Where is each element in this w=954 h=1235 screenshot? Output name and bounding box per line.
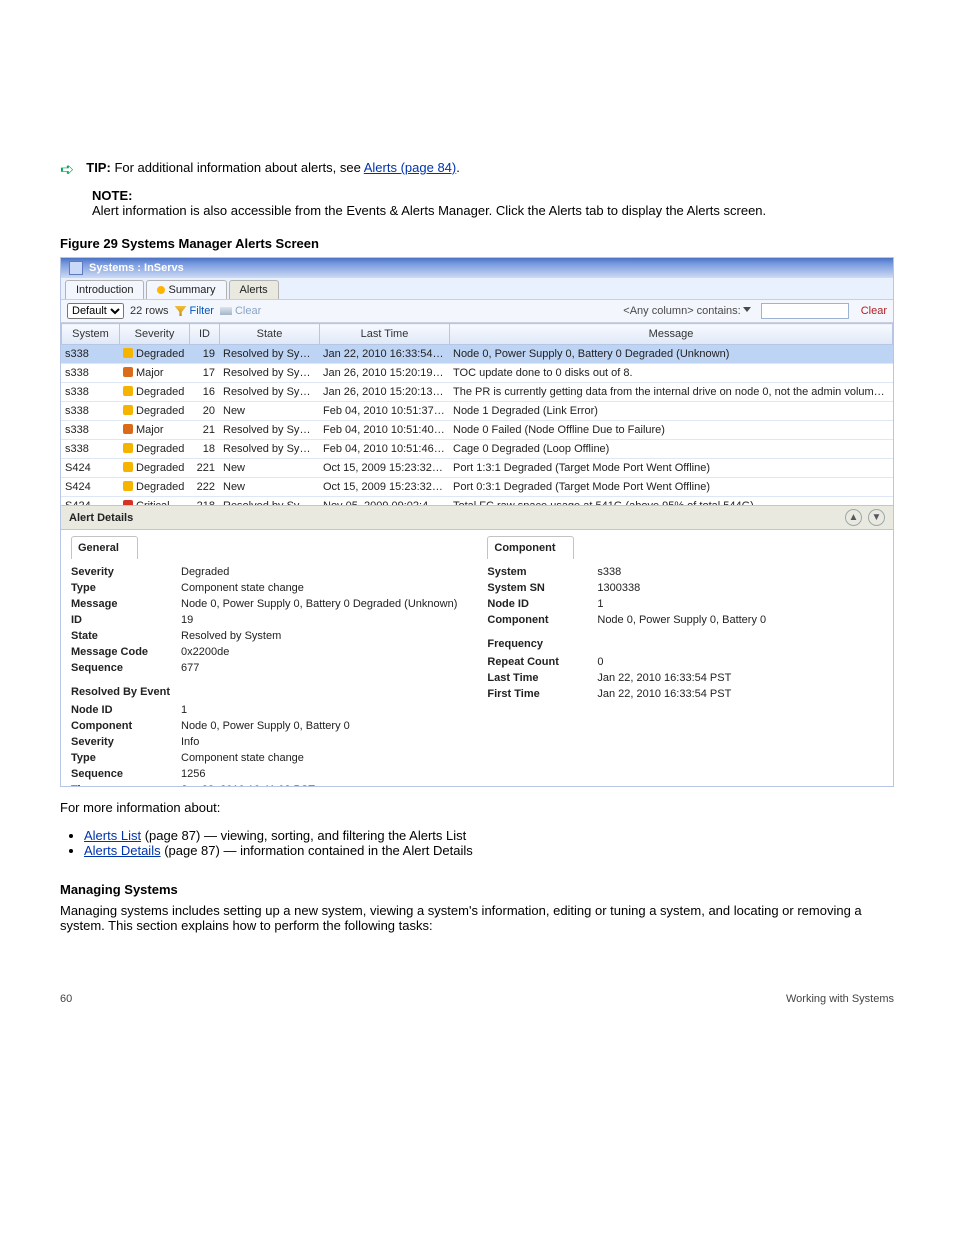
detail-msgcode: 0x2200de [181, 645, 457, 659]
tip-arrow-icon: ➪ [60, 161, 74, 178]
table-row[interactable]: s338Degraded18Resolved by SystemFeb 04, … [61, 440, 893, 459]
clear-search-link[interactable]: Clear [861, 304, 887, 318]
severity-icon [123, 443, 133, 453]
section-title: Managing Systems [60, 882, 894, 897]
detail-sequence: 677 [181, 661, 457, 675]
preset-select[interactable]: Default [67, 303, 124, 319]
tab-alerts[interactable]: Alerts [229, 280, 279, 299]
table-row[interactable]: S424Critical218Resolved by SystemNov 05,… [61, 497, 893, 506]
col-id[interactable]: ID [190, 324, 220, 345]
severity-icon [123, 405, 133, 415]
tip-text: For additional information about alerts,… [114, 160, 459, 175]
filter-icon [175, 306, 187, 316]
severity-icon [123, 462, 133, 472]
note-body: Alert information is also accessible fro… [92, 203, 894, 218]
detail-id: 19 [181, 613, 457, 627]
details-up-button[interactable]: ▲ [845, 509, 862, 526]
chevron-down-icon [743, 307, 751, 312]
alerts-link[interactable]: Alerts (page 84) [364, 160, 457, 175]
resolved-component: Node 0, Power Supply 0, Battery 0 [181, 719, 457, 733]
tab-introduction[interactable]: Introduction [65, 280, 144, 299]
resolved-time: Jan 22, 2010 16:41:02 PST [181, 783, 457, 786]
list-item: Alerts Details (page 87) — information c… [84, 843, 894, 858]
note-label: NOTE: [92, 188, 894, 203]
list-item: Alerts List (page 87) — viewing, sorting… [84, 828, 894, 843]
section-body: Managing systems includes setting up a n… [60, 903, 894, 933]
eraser-icon [220, 307, 232, 315]
alerts-screen: Systems : InServs Introduction Summary A… [60, 257, 894, 787]
table-row[interactable]: s338Degraded16Resolved by SystemJan 26, … [61, 383, 893, 402]
frequency-repeat: 0 [597, 655, 787, 669]
about-intro: For more information about: [60, 800, 894, 815]
window-titlebar: Systems : InServs [61, 258, 893, 278]
resolved-type: Component state change [181, 751, 457, 765]
frequency-last: Jan 22, 2010 16:33:54 PST [597, 671, 787, 685]
table-row[interactable]: S424Degraded222NewOct 15, 2009 15:23:32 … [61, 478, 893, 497]
tab-summary[interactable]: Summary [146, 280, 226, 299]
row-count: 22 rows [130, 304, 169, 318]
about-link[interactable]: Alerts List [84, 828, 141, 843]
component-system: s338 [597, 565, 787, 579]
col-message[interactable]: Message [450, 324, 893, 345]
severity-icon [123, 424, 133, 434]
table-row[interactable]: s338Major21Resolved by SystemFeb 04, 201… [61, 421, 893, 440]
table-row[interactable]: S424Degraded221NewOct 15, 2009 15:23:32 … [61, 459, 893, 478]
detail-type: Component state change [181, 581, 457, 595]
component-nodeid: 1 [597, 597, 787, 611]
detail-severity: Degraded [181, 565, 457, 579]
severity-icon [123, 500, 133, 505]
frequency-head: Frequency [487, 637, 787, 651]
resolved-sequence: 1256 [181, 767, 457, 781]
details-title: Alert Details [69, 511, 839, 525]
clear-filter-button[interactable]: Clear [220, 304, 261, 318]
footer-chapter: Working with Systems [786, 993, 894, 1005]
col-last-time[interactable]: Last Time [320, 324, 450, 345]
filter-button[interactable]: Filter [175, 304, 214, 318]
col-state[interactable]: State [220, 324, 320, 345]
component-component: Node 0, Power Supply 0, Battery 0 [597, 613, 787, 627]
detail-message: Node 0, Power Supply 0, Battery 0 Degrad… [181, 597, 457, 611]
tip-label: TIP: [86, 160, 111, 175]
col-system[interactable]: System [62, 324, 120, 345]
table-row[interactable]: s338Major17Resolved by SystemJan 26, 201… [61, 364, 893, 383]
search-input[interactable] [761, 303, 849, 319]
resolved-head: Resolved By Event [71, 685, 457, 699]
about-link[interactable]: Alerts Details [84, 843, 161, 858]
details-down-button[interactable]: ▼ [868, 509, 885, 526]
figure-caption: Figure 29 Systems Manager Alerts Screen [60, 236, 894, 251]
search-column-label[interactable]: <Any column> contains: [623, 304, 754, 318]
table-row[interactable]: s338Degraded20NewFeb 04, 2010 10:51:37 P… [61, 402, 893, 421]
col-severity[interactable]: Severity [120, 324, 190, 345]
severity-icon [123, 481, 133, 491]
severity-icon [123, 348, 133, 358]
window-icon [69, 261, 83, 275]
resolved-nodeid: 1 [181, 703, 457, 717]
severity-icon [123, 367, 133, 377]
detail-state: Resolved by System [181, 629, 457, 643]
general-tab: General [71, 536, 138, 559]
severity-icon [123, 386, 133, 396]
window-title: Systems : InServs [89, 261, 184, 275]
table-row[interactable]: s338Degraded19Resolved by SystemJan 22, … [61, 345, 893, 364]
component-systemsn: 1300338 [597, 581, 787, 595]
component-tab: Component [487, 536, 574, 559]
resolved-severity: Info [181, 735, 457, 749]
page-number: 60 [60, 993, 72, 1005]
frequency-first: Jan 22, 2010 16:33:54 PST [597, 687, 787, 701]
